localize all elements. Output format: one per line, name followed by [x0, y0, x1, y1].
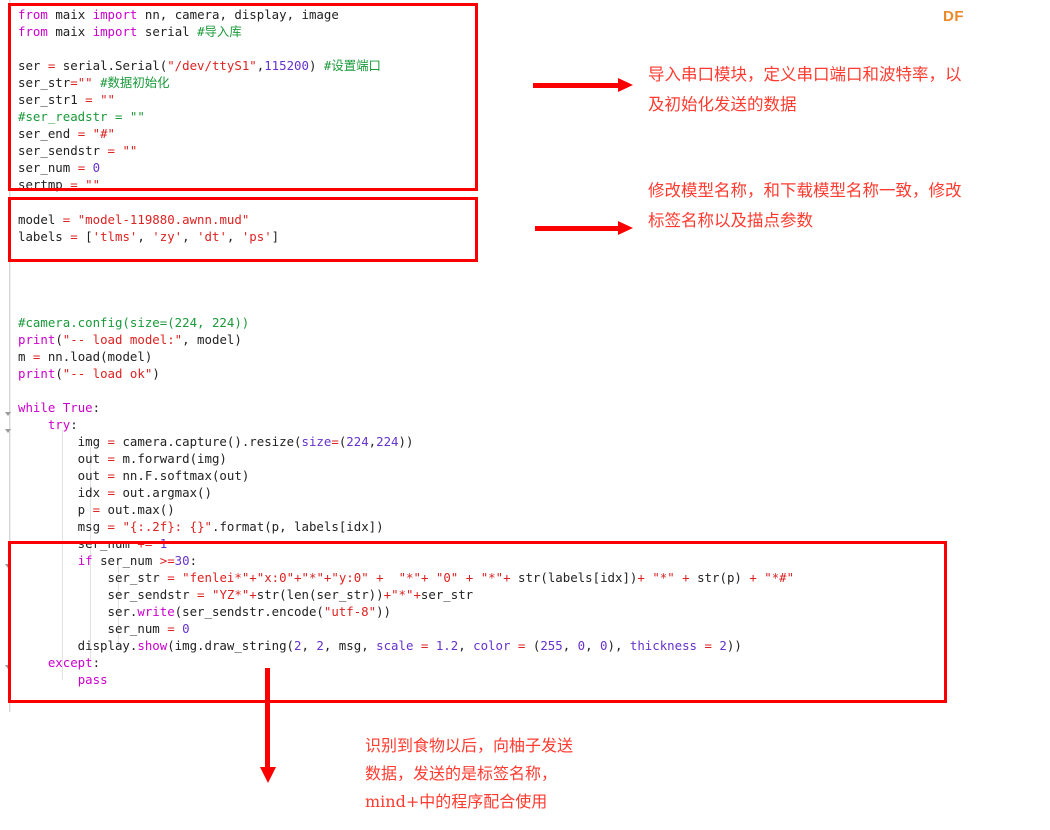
annotation-send-data: 识别到食物以后，向柚子发送 数据，发送的是标签名称， mind+中的程序配合使用 — [365, 736, 574, 811]
arrow-to-model-annotation — [535, 221, 633, 235]
code-line-40: display.show(img.draw_string(2, 2, msg, … — [18, 638, 742, 653]
code-line-33: msg = "{:.2f}: {}".format(p, labels[idx]… — [18, 519, 384, 534]
code-line-8: ser_end = "#" — [18, 126, 116, 141]
code-line-6: ser_str1 = "" — [18, 92, 115, 107]
code-line-7: #ser_readstr = "" — [18, 109, 145, 124]
code-line-4: ser = serial.Serial("/dev/ttyS1",115200)… — [18, 58, 381, 73]
code-line-28: img = camera.capture().resize(size=(224,… — [18, 434, 414, 449]
code-line-37: ser_sendstr = "YZ*"+str(len(ser_str))+"*… — [18, 587, 474, 602]
code-line-30: out = nn.F.softmax(out) — [18, 468, 250, 483]
code-line-36: ser_str = "fenlei*"+"x:0"+"*"+"y:0" + "*… — [18, 570, 795, 585]
code-line-1: from maix import nn, camera, display, im… — [18, 7, 339, 22]
code-line-11: sertmp = "" — [18, 177, 101, 192]
annotation-serial-setup: 导入串口模块，定义串口端口和波特率，以 及初始化发送的数据 — [648, 65, 962, 114]
annotation-model-labels: 修改模型名称，和下载模型名称一致，修改 标签名称以及描点参数 — [648, 181, 962, 230]
arrow-to-send-annotation — [260, 668, 276, 784]
code-line-24: print("-- load ok") — [18, 366, 160, 381]
code-fold-toggle-except[interactable] — [5, 665, 11, 669]
code-line-42: pass — [77, 672, 108, 687]
code-line-39: ser_num = 0 — [18, 621, 190, 636]
code-line-35: if ser_num >=30: — [77, 553, 198, 568]
code-line-32: p = out.max() — [18, 502, 175, 517]
arrow-to-serial-annotation — [533, 78, 633, 92]
brand-logo-df: DF — [943, 8, 964, 25]
code-fold-toggle-try[interactable] — [5, 429, 11, 433]
screenshot-root: from maix import nn, camera, display, im… — [0, 0, 1050, 830]
code-line-22: print("-- load model:", model) — [18, 332, 242, 347]
code-line-31: idx = out.argmax() — [18, 485, 212, 500]
code-line-5: ser_str="" #数据初始化 — [18, 75, 170, 90]
code-line-23: m = nn.load(model) — [18, 349, 153, 364]
code-line-15: labels = ['tlms', 'zy', 'dt', 'ps'] — [18, 229, 280, 244]
editor-gutter-divider-shadow — [10, 0, 11, 712]
code-line-38: ser.write(ser_sendstr.encode("utf-8")) — [18, 604, 392, 619]
code-line-21: #camera.config(size=(224, 224)) — [18, 315, 250, 330]
code-line-10: ser_num = 0 — [18, 160, 101, 175]
code-line-41: except: — [47, 655, 101, 670]
code-line-29: out = m.forward(img) — [18, 451, 227, 466]
code-line-26: while True: — [18, 400, 101, 415]
code-fold-toggle-if[interactable] — [5, 564, 11, 568]
code-line-34: ser_num += 1 — [18, 536, 168, 551]
code-line-9: ser_sendstr = "" — [18, 143, 138, 158]
code-line-14: model = "model-119880.awnn.mud" — [18, 212, 250, 227]
code-line-2: from maix import serial #导入库 — [18, 24, 242, 39]
code-fold-toggle-while[interactable] — [5, 412, 11, 416]
code-line-27: try: — [47, 417, 78, 432]
